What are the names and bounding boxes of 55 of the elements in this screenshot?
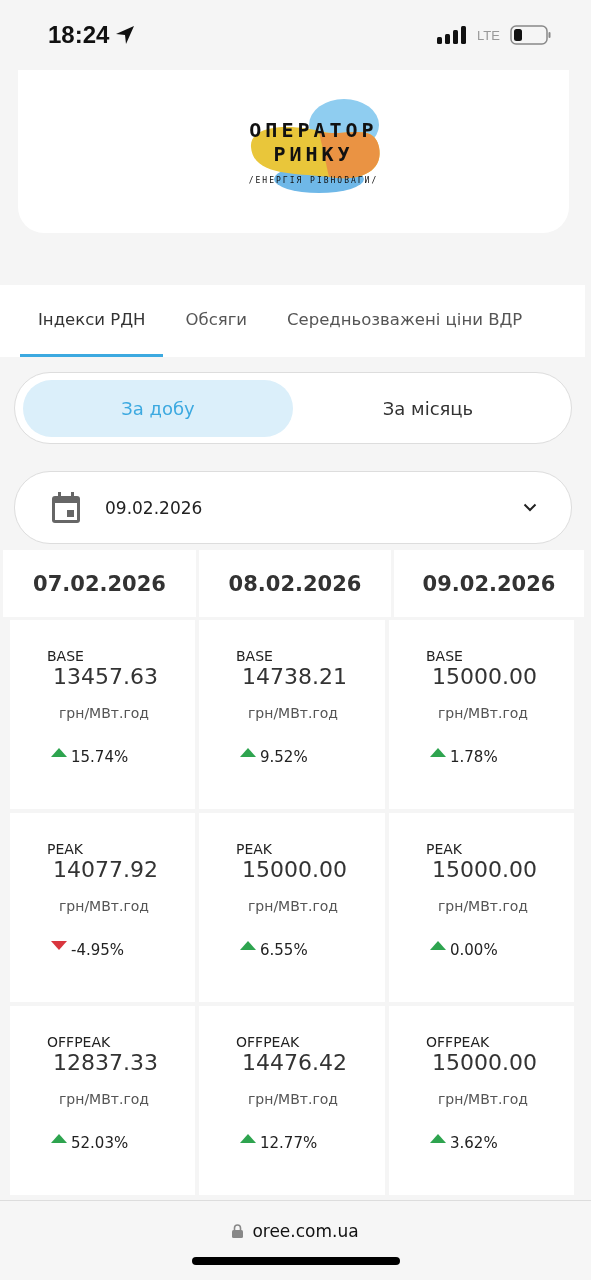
home-indicator[interactable] <box>191 1257 400 1265</box>
unit-label: грн/МВт.год <box>438 1091 529 1107</box>
chevron-down-icon <box>523 503 537 512</box>
index-value: 15000.00 <box>242 857 348 882</box>
change-percent: 12.77% <box>260 1134 318 1152</box>
unit-label: грн/МВт.год <box>438 705 529 721</box>
unit-label: грн/МВт.год <box>59 898 150 914</box>
change-percent: 0.00% <box>450 941 498 959</box>
date-field[interactable]: 09.02.2026 <box>14 471 572 544</box>
index-name: OFFPEAK <box>426 1034 491 1050</box>
column-header: 08.02.2026 <box>199 550 391 617</box>
index-value: 12837.33 <box>53 1050 159 1075</box>
index-value: 15000.00 <box>432 1050 538 1075</box>
unit-label: грн/МВт.год <box>59 1091 150 1107</box>
unit-label: грн/МВт.год <box>248 705 339 721</box>
index-name: BASE <box>47 648 85 664</box>
tab[interactable]: Середньозважені ціни ВДР <box>269 285 541 357</box>
column-header: 07.02.2026 <box>3 550 196 617</box>
unit-label: грн/МВт.год <box>248 898 339 914</box>
index-name: OFFPEAK <box>236 1034 301 1050</box>
change-percent: 52.03% <box>71 1134 129 1152</box>
column-header: 09.02.2026 <box>394 550 584 617</box>
location-arrow-icon <box>115 25 136 45</box>
logo-title: РИНКУ <box>273 142 354 166</box>
status-time: 18:24 <box>48 21 110 49</box>
calendar-icon <box>51 491 81 524</box>
unit-label: грн/МВт.год <box>59 705 150 721</box>
change-percent: 9.52% <box>260 748 308 766</box>
unit-label: грн/МВт.год <box>248 1091 339 1107</box>
change-percent: 3.62% <box>450 1134 498 1152</box>
battery-icon <box>510 25 551 45</box>
index-name: OFFPEAK <box>47 1034 112 1050</box>
index-name: BASE <box>426 648 464 664</box>
tab[interactable]: Обсяги <box>167 285 266 357</box>
network-label: LTE <box>477 27 500 43</box>
lock-icon <box>232 1224 244 1238</box>
index-name: PEAK <box>236 841 274 857</box>
index-value: 14077.92 <box>53 857 159 882</box>
index-name: PEAK <box>47 841 85 857</box>
change-percent: 15.74% <box>71 748 129 766</box>
url-text[interactable]: oree.com.ua <box>252 1221 359 1241</box>
index-name: BASE <box>236 648 274 664</box>
index-value: 14476.42 <box>242 1050 348 1075</box>
period-option[interactable]: За місяць <box>293 379 563 437</box>
change-percent: 1.78% <box>450 748 498 766</box>
change-percent: 6.55% <box>260 941 308 959</box>
index-name: PEAK <box>426 841 464 857</box>
index-value: 15000.00 <box>432 857 538 882</box>
unit-label: грн/МВт.год <box>438 898 529 914</box>
tab[interactable]: Індекси РДН <box>20 285 164 357</box>
change-percent: -4.95% <box>71 941 125 959</box>
index-value: 15000.00 <box>432 664 538 689</box>
index-value: 13457.63 <box>53 664 159 689</box>
index-value: 14738.21 <box>242 664 348 689</box>
signal-icon <box>437 26 468 44</box>
